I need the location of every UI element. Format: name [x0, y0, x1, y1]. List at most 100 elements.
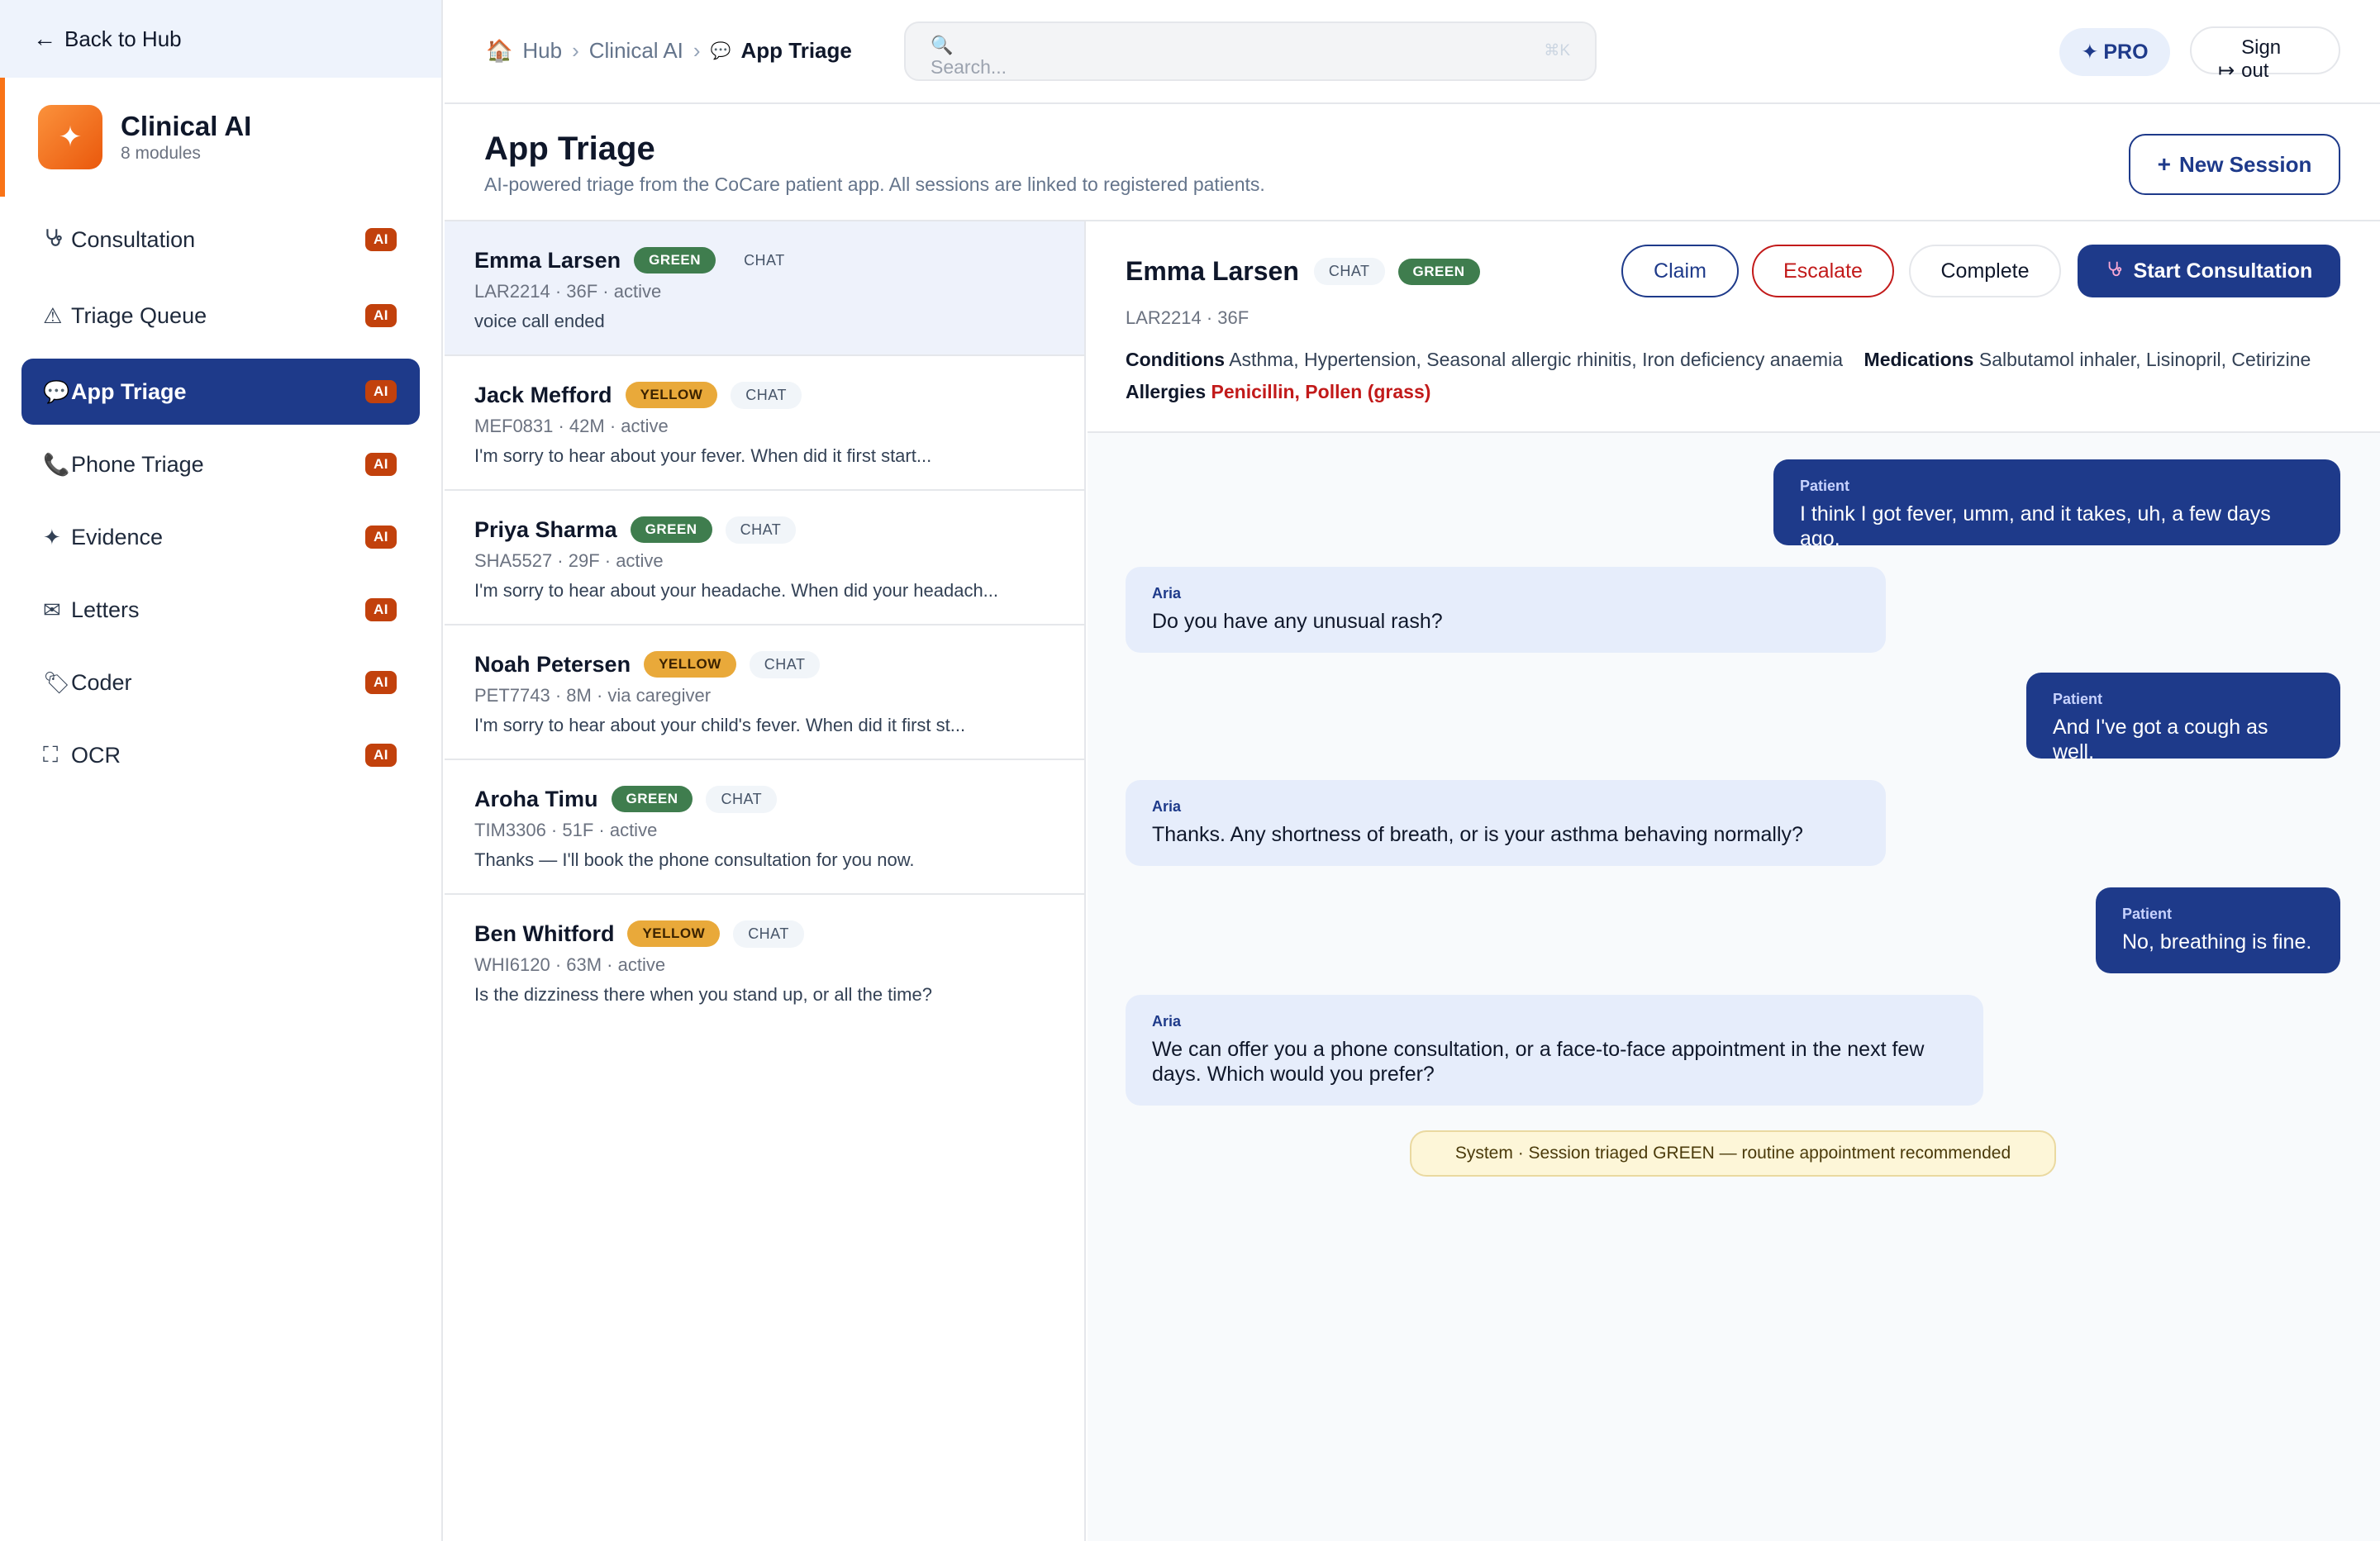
message-text: No, breathing is fine. [2122, 930, 2312, 954]
start-consultation-button[interactable]: Start Consultation [2078, 245, 2340, 297]
message-text: And I've got a cough as well. [2053, 716, 2268, 763]
sidebar-item-label: Consultation [71, 227, 196, 252]
message-sender: Aria [1152, 1013, 1182, 1030]
sparkle-icon: ✦ [43, 524, 61, 549]
channel-chip: CHAT [733, 920, 804, 948]
session-patient-name: Ben Whitford [474, 920, 615, 946]
sidebar-item-letters[interactable]: ✉ Letters AI [21, 577, 420, 643]
home-icon: 🏠 [486, 38, 513, 63]
session-meta: LAR2214 · 36F · active [474, 281, 662, 302]
session-preview: I'm sorry to hear about your child's fev… [474, 715, 966, 735]
session-meta: WHI6120 · 63M · active [474, 954, 666, 975]
sidebar-item-ocr[interactable]: ⛶ OCR AI [21, 722, 420, 788]
back-to-hub-label: Back to Hub [64, 26, 182, 51]
complete-button[interactable]: Complete [1909, 245, 2061, 297]
session-meta: TIM3306 · 51F · active [474, 820, 658, 840]
assistant-message: Aria Thanks. Any shortness of breath, or… [1126, 780, 1886, 866]
session-list-item[interactable]: Priya Sharma GREEN CHAT SHA5527 · 29F · … [445, 491, 1084, 625]
tag-icon: 🏷 [43, 669, 71, 695]
sidebar-item-label: Evidence [71, 525, 164, 549]
page-title: App Triage [484, 131, 655, 167]
triage-badge: YELLOW [625, 382, 718, 408]
sparkle-icon: ✦ [2081, 40, 2099, 64]
patient-clinical-info: Conditions Asthma, Hypertension, Seasona… [1126, 344, 2340, 408]
triage-badge: GREEN [611, 786, 693, 812]
sidebar-item-app-triage[interactable]: 💬 App Triage AI [21, 359, 420, 425]
claim-button[interactable]: Claim [1621, 245, 1739, 297]
back-to-hub-link[interactable]: ← Back to Hub [0, 0, 441, 78]
pro-button[interactable]: ✦ PRO [2059, 28, 2170, 76]
session-list-item[interactable]: Emma Larsen GREEN CHAT LAR2214 · 36F · a… [445, 221, 1084, 356]
module-header: ✦ Clinical AI 8 modules [0, 78, 441, 197]
channel-chip: CHAT [706, 785, 778, 813]
medications-label: Medications [1864, 349, 1974, 370]
session-list-item[interactable]: Ben Whitford YELLOW CHAT WHI6120 · 63M ·… [445, 895, 1084, 1030]
assistant-message: Aria Do you have any unusual rash? [1126, 567, 1886, 653]
patient-name: Emma Larsen [1126, 256, 1299, 286]
stethoscope-icon [43, 226, 71, 254]
sidebar-nav: Consultation AI ⚠ Triage Queue AI 💬 App … [0, 207, 441, 788]
assistant-message: Aria We can offer you a phone consultati… [1126, 995, 1983, 1106]
sidebar-item-label: Letters [71, 597, 140, 622]
search-icon: 🔍 [931, 35, 954, 55]
search-input[interactable] [931, 56, 1509, 78]
patient-summary: Emma Larsen CHAT GREEN LAR2214 · 36F Con… [1088, 221, 2380, 433]
session-list-item[interactable]: Jack Mefford YELLOW CHAT MEF0831 · 42M ·… [445, 356, 1084, 491]
ai-badge: AI [365, 598, 397, 621]
sign-out-icon: ↦ [2218, 59, 2235, 82]
arrow-left-icon: ← [33, 26, 56, 51]
chat-bubble-icon: 💬 [43, 378, 70, 404]
sidebar-item-label: App Triage [71, 379, 187, 404]
patient-message: Patient I think I got fever, umm, and it… [1773, 459, 2340, 550]
patient-id: LAR2214 · 36F [1126, 307, 1250, 328]
system-message: System · Session triaged GREEN — routine… [1410, 1130, 2056, 1177]
sidebar-item-label: Triage Queue [71, 303, 207, 328]
breadcrumb-clinical-ai[interactable]: Clinical AI [589, 38, 683, 64]
new-session-button[interactable]: + New Session [2129, 134, 2340, 195]
plus-icon: + [2157, 151, 2171, 177]
triage-badge: GREEN [634, 247, 716, 273]
channel-chip: CHAT [1313, 258, 1385, 285]
sidebar-item-evidence[interactable]: ✦ Evidence AI [21, 504, 420, 570]
ai-badge: AI [365, 744, 397, 767]
sidebar-item-triage-queue[interactable]: ⚠ Triage Queue AI [21, 279, 420, 352]
pro-label: PRO [2103, 40, 2149, 64]
sidebar-item-consultation[interactable]: Consultation AI [21, 207, 420, 273]
session-preview: I'm sorry to hear about your headache. W… [474, 580, 999, 601]
channel-chip: CHAT [749, 650, 821, 678]
patient-message: Patient No, breathing is fine. [2096, 887, 2340, 973]
ai-badge: AI [365, 526, 397, 549]
warning-triangle-icon: ⚠ [43, 302, 63, 328]
sidebar: ← Back to Hub ✦ Clinical AI 8 modules Co… [0, 0, 443, 1541]
conditions-value: Asthma, Hypertension, Seasonal allergic … [1229, 349, 1843, 370]
scan-frame-icon: ⛶ [43, 742, 59, 767]
session-preview: Is the dizziness there when you stand up… [474, 984, 932, 1005]
session-meta: SHA5527 · 29F · active [474, 550, 664, 571]
session-detail: Emma Larsen CHAT GREEN LAR2214 · 36F Con… [1088, 221, 2380, 1541]
session-patient-name: Priya Sharma [474, 516, 617, 542]
message-sender: Patient [2053, 691, 2103, 707]
page-subtitle: AI-powered triage from the CoCare patien… [484, 174, 1265, 195]
sparkle-icon: ✦ [38, 105, 102, 169]
channel-chip: CHAT [744, 251, 785, 269]
sign-out-button[interactable]: ↦ Sign out [2190, 26, 2340, 82]
channel-chip: CHAT [731, 381, 802, 409]
channel-chip: CHAT [725, 516, 797, 544]
message-text: Thanks. Any shortness of breath, or is y… [1152, 823, 1803, 846]
session-preview: voice call ended [474, 311, 605, 331]
search-box[interactable]: 🔍 ⌘K [904, 21, 1597, 81]
message-sender: Patient [2122, 906, 2173, 922]
session-list-item[interactable]: Noah Petersen YELLOW CHAT PET7743 · 8M ·… [445, 625, 1084, 760]
session-meta: MEF0831 · 42M · active [474, 416, 669, 436]
ai-badge: AI [365, 304, 397, 327]
sidebar-item-phone-triage[interactable]: 📞 Phone Triage AI [21, 431, 420, 497]
sidebar-item-coder[interactable]: 🏷 Coder AI [21, 649, 420, 716]
escalate-button[interactable]: Escalate [1752, 245, 1894, 297]
conditions-label: Conditions [1126, 349, 1226, 370]
breadcrumb-hub[interactable]: Hub [522, 38, 562, 64]
session-patient-name: Jack Mefford [474, 382, 612, 407]
module-title: Clinical AI [121, 111, 252, 141]
allergies-value: Penicillin, Pollen (grass) [1211, 381, 1431, 402]
session-list-item[interactable]: Aroha Timu GREEN CHAT TIM3306 · 51F · ac… [445, 760, 1084, 895]
message-text: We can offer you a phone consultation, o… [1152, 1038, 1925, 1086]
